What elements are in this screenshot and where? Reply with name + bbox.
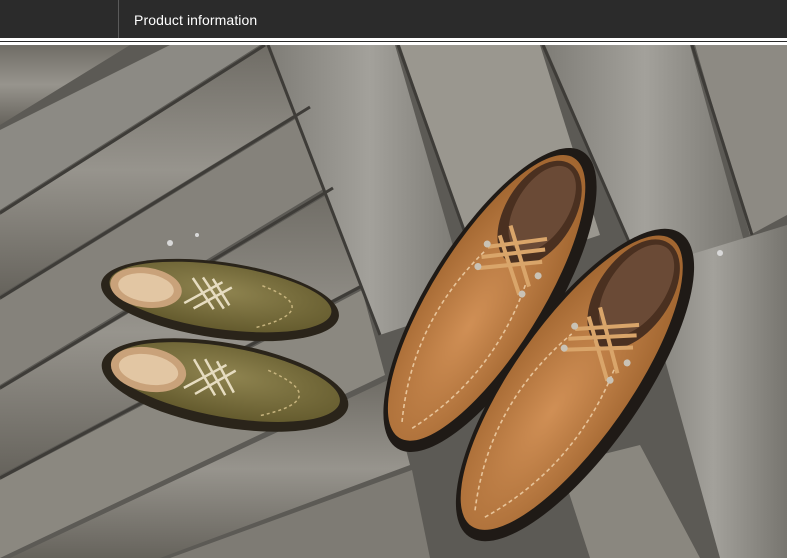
- product-photo-image: [0, 45, 787, 558]
- product-photo: [0, 45, 787, 558]
- header-left-panel: [0, 0, 119, 38]
- section-title: Product information: [134, 12, 258, 28]
- product-info-header: Product information: [0, 0, 787, 42]
- header-divider: [0, 41, 787, 42]
